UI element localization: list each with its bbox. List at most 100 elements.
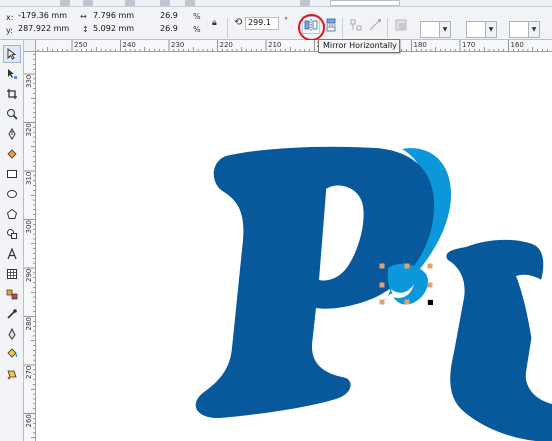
- chevron-down-icon[interactable]: ▼: [486, 21, 497, 38]
- ruler-label: 320: [25, 123, 33, 136]
- table-icon: [7, 269, 17, 279]
- text-tool[interactable]: [3, 245, 21, 263]
- ellipse-icon: [7, 190, 17, 198]
- scale-width-unit: %: [193, 12, 201, 21]
- convert-curves-icon: [395, 19, 407, 31]
- degree-unit: °: [284, 16, 288, 25]
- basic-shapes-tool[interactable]: [3, 225, 21, 243]
- eyedropper-tool[interactable]: [3, 305, 21, 323]
- chevron-down-icon[interactable]: ▼: [440, 21, 451, 38]
- vertical-ruler-ticks: 330 320 310 300 290 280 270 260: [24, 54, 35, 439]
- drawing-canvas[interactable]: [36, 52, 552, 441]
- ruler-label: 280: [25, 317, 33, 330]
- height-field[interactable]: 5.092 mm: [91, 24, 143, 36]
- zoom-icon: [7, 109, 18, 120]
- arrow-start-dropdown[interactable]: [466, 21, 486, 38]
- ruler-label: 300: [25, 220, 33, 233]
- toolbar-icon-partial[interactable]: [83, 0, 93, 6]
- smart-fill-tool[interactable]: [3, 145, 21, 163]
- smart-fill-icon: [7, 149, 17, 159]
- mirror-vertically-button[interactable]: [321, 16, 339, 34]
- y-position-field[interactable]: 287.922 mm: [16, 24, 76, 36]
- polygon-tool[interactable]: [3, 205, 21, 223]
- toolbar-icon-partial[interactable]: [300, 0, 310, 6]
- outline-pen-tool[interactable]: [3, 325, 21, 343]
- ruler-label: 310: [25, 172, 33, 185]
- ruler-label: 180: [414, 41, 427, 49]
- paint-bucket-icon: [7, 348, 18, 358]
- shape-node-icon: [8, 69, 17, 79]
- zoom-tool[interactable]: [3, 105, 21, 123]
- ruler-label: 230: [171, 41, 184, 49]
- ellipse-tool[interactable]: [3, 185, 21, 203]
- ruler-label: 240: [123, 41, 136, 49]
- dimension-tool[interactable]: [3, 285, 21, 303]
- y-label: y:: [6, 26, 13, 35]
- horizontal-ruler-ticks: 250240230220210200190180170160: [37, 40, 548, 51]
- rotation-angle-field[interactable]: 299.1: [245, 17, 279, 30]
- x-position-field[interactable]: -179.36 mm: [16, 11, 74, 23]
- toolbar-icon-partial[interactable]: [125, 0, 135, 6]
- rectangle-tool[interactable]: [3, 165, 21, 183]
- property-bar: x: -179.36 mm y: 287.922 mm ↔ 7.796 mm ↕…: [0, 7, 552, 41]
- convert-to-curves-button[interactable]: [392, 16, 410, 34]
- selection-handle: [404, 299, 410, 305]
- ruler-label: 170: [462, 41, 475, 49]
- scale-height-unit: %: [193, 25, 201, 34]
- rectangle-icon: [7, 170, 17, 178]
- shape-tool[interactable]: [3, 65, 21, 83]
- ruler-origin-corner[interactable]: [24, 40, 36, 52]
- lock-ratio-icon[interactable]: 🔒︎: [212, 18, 217, 28]
- arrow-end-dropdown[interactable]: [509, 21, 529, 38]
- ruler-label: 290: [25, 269, 33, 282]
- rotate-icon: ⟲: [234, 17, 243, 28]
- selection-handle: [379, 263, 385, 269]
- vertical-ruler[interactable]: 330 320 310 300 290 280 270 260: [24, 52, 36, 441]
- ruler-label: 220: [220, 41, 233, 49]
- text-a-icon: [7, 248, 17, 260]
- node-align-button[interactable]: [347, 16, 365, 34]
- artwork: [195, 146, 552, 441]
- ruler-label: 250: [74, 41, 87, 49]
- width-arrow-icon: ↔: [80, 12, 87, 21]
- diagonal-line-icon: [369, 19, 381, 31]
- ruler-label: 210: [268, 41, 281, 49]
- freehand-tool[interactable]: [3, 125, 21, 143]
- selection-handle: [379, 282, 385, 288]
- interactive-fill-tool[interactable]: [3, 365, 21, 383]
- toolbar-icon-partial[interactable]: [160, 0, 170, 6]
- fill-tool[interactable]: [3, 345, 21, 363]
- pick-tool[interactable]: [3, 45, 21, 63]
- top-toolbar-strip: [0, 0, 552, 7]
- tooltip-mirror-horizontally: Mirror Horizontally: [318, 39, 400, 53]
- width-field[interactable]: 7.796 mm: [91, 11, 143, 23]
- selection-handle: [427, 282, 433, 288]
- mirror-horizontally-button[interactable]: [302, 16, 320, 34]
- mirror-horizontal-icon: [304, 19, 318, 31]
- selection-handle: [404, 263, 410, 269]
- scale-height-field[interactable]: 26.9: [158, 24, 190, 36]
- chevron-down-icon[interactable]: ▼: [529, 21, 540, 38]
- outline-style-dropdown[interactable]: [420, 21, 440, 38]
- mirror-vertical-icon: [324, 18, 336, 32]
- horizontal-ruler[interactable]: 250240230220210200190180170160: [24, 40, 552, 52]
- outline-pen-icon: [8, 328, 16, 340]
- x-label: x:: [6, 13, 14, 22]
- table-tool[interactable]: [3, 265, 21, 283]
- basic-shapes-icon: [7, 229, 17, 239]
- polygon-icon: [6, 208, 18, 219]
- interactive-fill-icon: [7, 370, 17, 380]
- node-icon: [350, 19, 362, 31]
- toolbar-field-partial[interactable]: [330, 0, 400, 6]
- dimension-icon: [6, 289, 18, 300]
- pointer-icon: [7, 48, 17, 60]
- crop-tool[interactable]: [3, 85, 21, 103]
- ruler-label: 270: [25, 366, 33, 379]
- pen-nib-icon: [8, 128, 16, 140]
- toolbar-icon-partial[interactable]: [60, 0, 70, 6]
- ruler-label: 330: [25, 75, 33, 88]
- crop-icon: [7, 89, 17, 99]
- toolbar-icon-partial[interactable]: [185, 0, 195, 6]
- line-node-button[interactable]: [366, 16, 384, 34]
- scale-width-field[interactable]: 26.9: [158, 11, 190, 23]
